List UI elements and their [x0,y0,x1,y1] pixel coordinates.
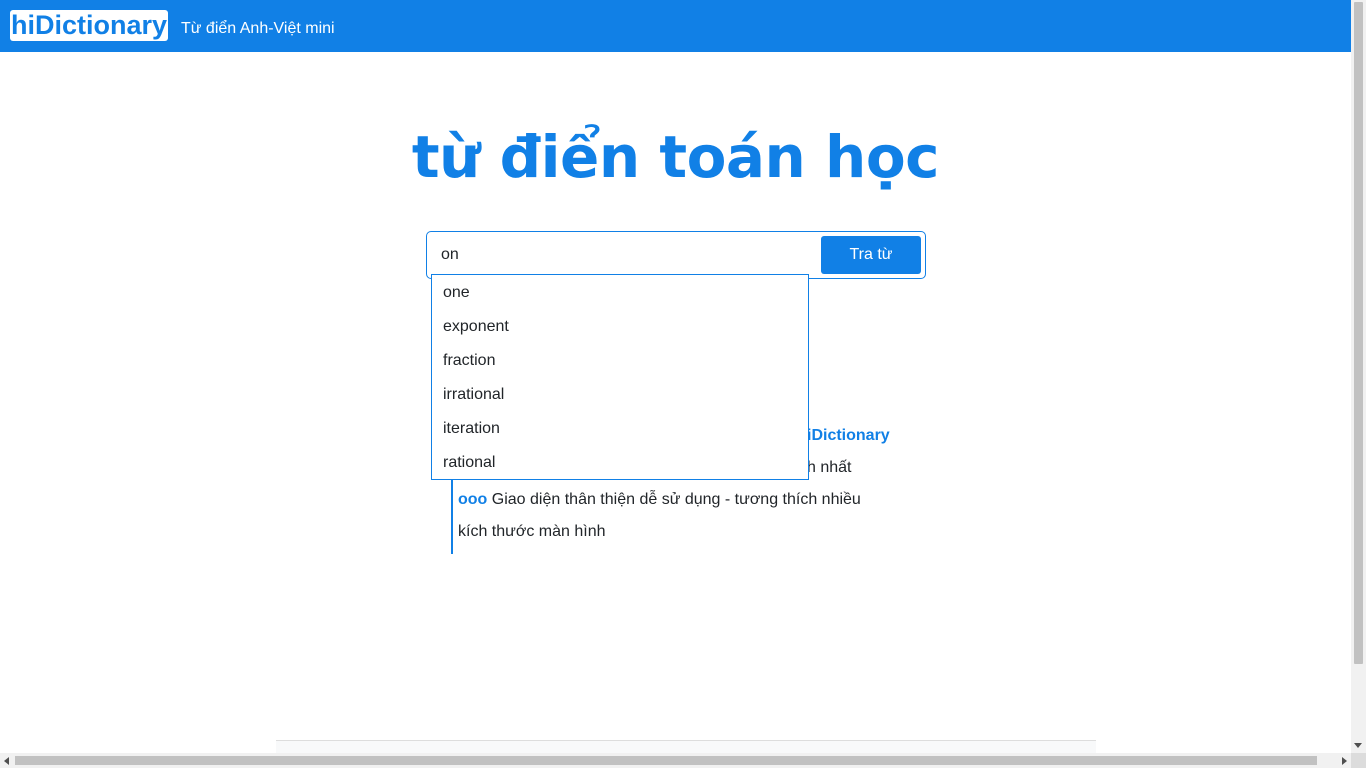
feature-brand-text: iDictionary [807,427,890,444]
feature-line-4: kích thước màn hình [458,523,606,540]
feature-line-2: h nhất [807,459,852,476]
page-title: từ điển toán học [411,123,940,191]
feature-line-1: iDictionary [807,420,890,452]
search-button[interactable]: Tra từ [821,236,921,274]
horizontal-scroll-thumb[interactable] [15,756,1317,765]
scroll-down-button[interactable] [1351,738,1366,753]
suggestion-item[interactable]: one [443,283,470,303]
suggestion-item[interactable]: irrational [443,385,504,405]
autocomplete-dropdown: one exponent fraction irrational iterati… [431,274,809,480]
chevron-right-icon[interactable] [1342,757,1347,765]
vertical-scrollbar[interactable] [1351,0,1366,753]
brand-logo-link[interactable]: hiDictionary [10,10,169,41]
suggestion-item[interactable]: rational [443,453,495,473]
site-tagline: Từ điển Anh-Việt mini [181,20,335,37]
suggestion-item[interactable]: fraction [443,351,495,371]
search-form: Tra từ [426,231,926,279]
scrollbar-corner [1351,753,1366,768]
feature-line-3: ooo Giao diện thân thiện dễ sử dụng - tư… [458,484,861,516]
vertical-scroll-thumb[interactable] [1354,2,1363,664]
chevron-left-icon[interactable] [4,757,9,765]
chevron-down-icon [1354,743,1362,748]
suggestion-item[interactable]: iteration [443,419,500,439]
feature-bullet: ooo [458,491,488,508]
search-input[interactable] [428,233,818,277]
horizontal-scrollbar[interactable] [0,753,1351,768]
top-navbar: hiDictionary Từ điển Anh-Việt mini [0,0,1351,52]
suggestion-item[interactable]: exponent [443,317,509,337]
feature-text: Giao diện thân thiện dễ sử dụng - tương … [491,491,861,508]
